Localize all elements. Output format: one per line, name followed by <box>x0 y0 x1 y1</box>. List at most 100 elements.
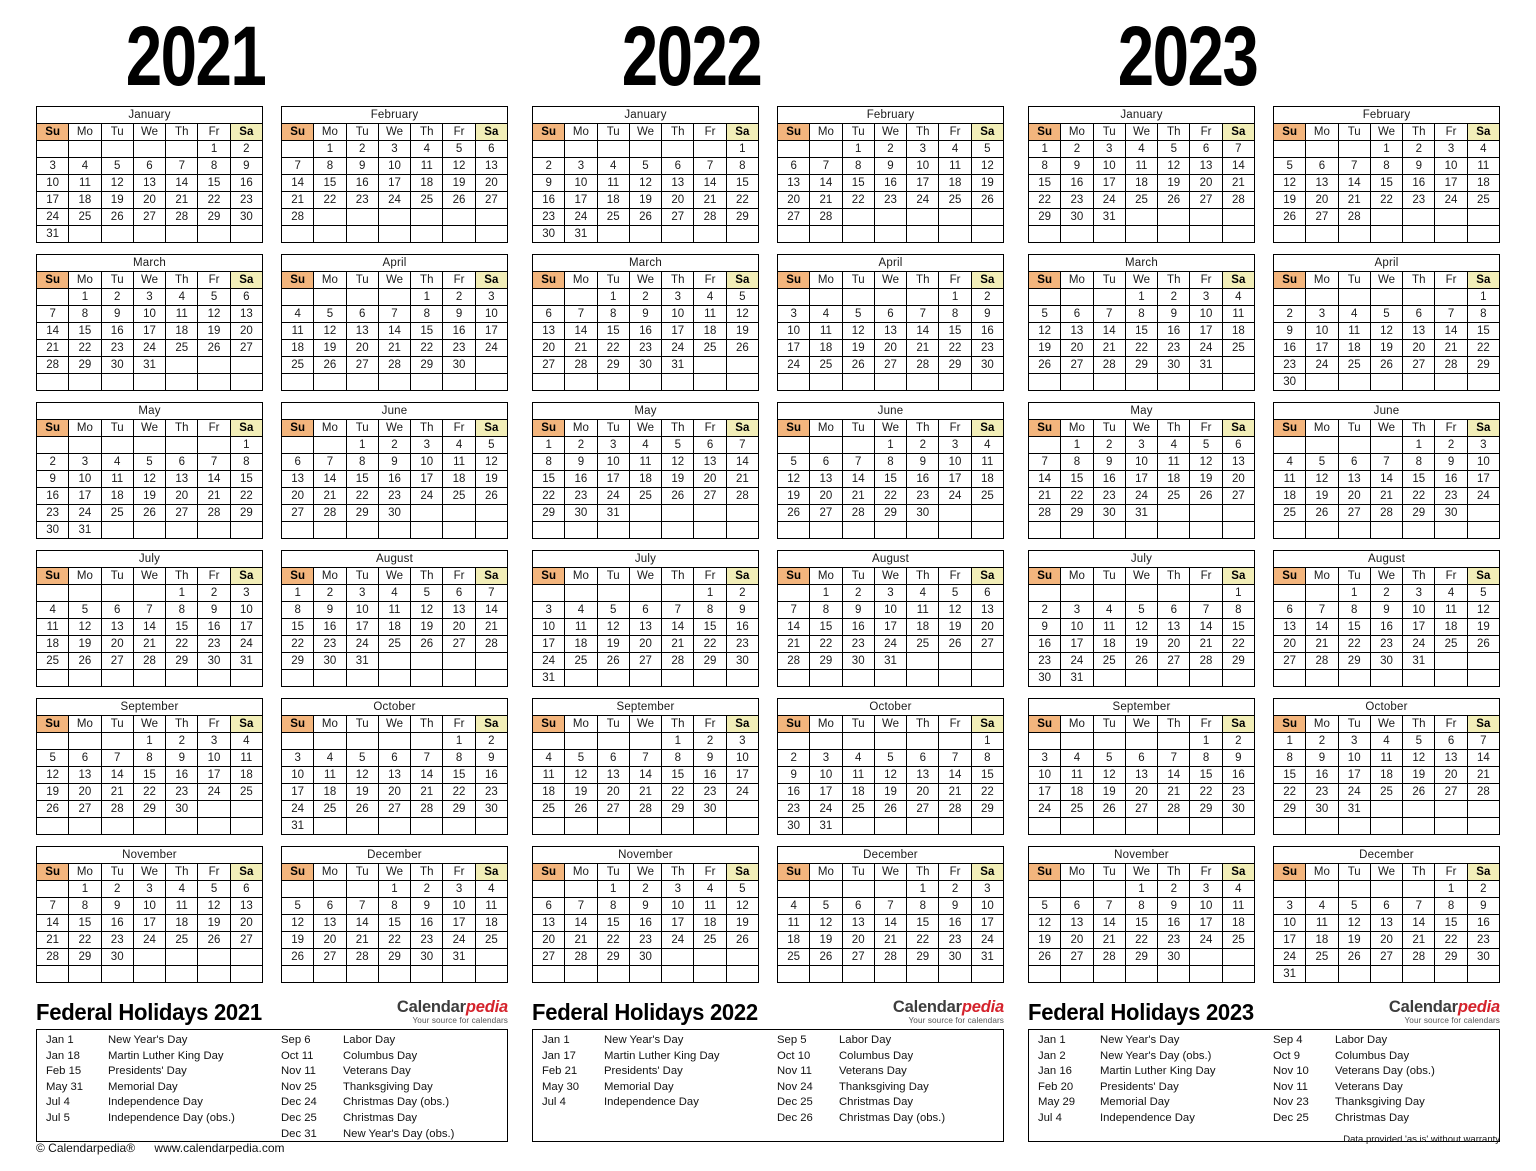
day-cell: 16 <box>1434 470 1468 488</box>
dow-header-sa: Sa <box>1221 715 1256 733</box>
day-cell: 8 <box>725 157 760 175</box>
day-cell: 30 <box>1305 800 1339 818</box>
week-row: 30 <box>1272 373 1501 391</box>
dow-header-tu: Tu <box>1092 863 1126 881</box>
week-row: 12 13 14 15 16 17 18 <box>1027 322 1256 340</box>
day-cell: 17 <box>531 635 566 653</box>
dow-header-fr: Fr <box>1434 123 1468 141</box>
dow-header-mo: Mo <box>564 567 598 585</box>
week-row: 10 11 12 13 14 15 16 <box>531 618 760 636</box>
day-cell: 30 <box>1221 800 1256 818</box>
dow-header-fr: Fr <box>693 419 727 437</box>
day-cell: 10 <box>132 305 167 323</box>
day-cell: 13 <box>1060 914 1094 932</box>
week-row <box>776 669 1005 687</box>
day-cell: 2 <box>628 288 663 306</box>
holiday-row: Nov 10 Veterans Day (obs.) <box>1273 1064 1499 1080</box>
dow-header-tu: Tu <box>596 419 630 437</box>
day-cell-empty <box>693 373 727 391</box>
day-cell: 11 <box>693 305 727 323</box>
day-cell: 16 <box>1466 914 1501 932</box>
day-cell: 29 <box>906 948 940 966</box>
month-name: February <box>1273 106 1500 124</box>
day-cell: 22 <box>345 487 379 505</box>
day-cell: 9 <box>841 601 875 619</box>
day-cell: 29 <box>1272 800 1307 818</box>
day-cell-empty <box>1157 521 1191 539</box>
day-cell-empty <box>693 948 727 966</box>
footer-url[interactable]: www.calendarpedia.com <box>154 1141 284 1155</box>
day-cell: 21 <box>809 191 843 209</box>
week-row: 12345 <box>531 880 760 898</box>
day-cell-empty <box>873 965 908 983</box>
day-cell-empty <box>410 817 444 835</box>
day-cell: 24 <box>1092 191 1126 209</box>
week-row: 25 26 27 28 29 30 31 <box>35 652 264 670</box>
day-cell: 15 <box>68 914 102 932</box>
day-cell: 14 <box>1027 470 1062 488</box>
day-cell: 3 <box>197 732 231 750</box>
holiday-date: Jan 17 <box>542 1049 576 1062</box>
holiday-date: May 29 <box>1038 1096 1076 1109</box>
day-cell: 23 <box>841 635 875 653</box>
day-cell: 17 <box>1434 174 1468 192</box>
day-cell: 15 <box>906 914 940 932</box>
day-cell: 12 <box>345 766 379 784</box>
day-cell: 17 <box>661 322 695 340</box>
month-table-september: September Su Mo Tu We Th Fr Sa 1 2 3 4 5 6 7 8 9 10 11 12 13… <box>35 698 264 835</box>
day-cell: 8 <box>132 749 167 767</box>
day-cell: 18 <box>442 470 476 488</box>
day-cell: 4 <box>313 749 347 767</box>
day-cell: 31 <box>531 669 566 687</box>
day-cell: 4 <box>229 732 264 750</box>
dow-header-mo: Mo <box>68 271 102 289</box>
day-cell-empty <box>1060 288 1094 306</box>
day-cell: 19 <box>132 487 167 505</box>
months-grid: January Su Mo Tu We Th Fr Sa 1 2 3 4 5 6 7 8 9 10 11 12 13 14… <box>531 106 1005 983</box>
week-row: 10 11 12 13 14 15 16 <box>1027 766 1256 784</box>
day-cell: 6 <box>970 584 1005 602</box>
dow-header-su: Su <box>1272 123 1307 141</box>
holiday-row: Sep 6 Labor Day <box>281 1033 507 1049</box>
holiday-row: Jan 18 Martin Luther King Day <box>46 1049 272 1065</box>
day-cell: 7 <box>564 305 598 323</box>
day-cell-empty <box>1124 817 1159 835</box>
day-cell: 29 <box>596 948 630 966</box>
day-cell-empty <box>661 373 695 391</box>
day-cell: 30 <box>531 225 566 243</box>
day-cell: 19 <box>442 174 476 192</box>
day-cell-empty <box>628 584 663 602</box>
day-cell: 14 <box>693 174 727 192</box>
day-cell: 9 <box>313 601 347 619</box>
week-row: 16 17 18 19 20 21 22 <box>35 487 264 505</box>
day-cell: 27 <box>165 504 199 522</box>
day-cell: 21 <box>35 339 70 357</box>
dow-header-mo: Mo <box>809 271 843 289</box>
day-cell: 26 <box>873 800 908 818</box>
holiday-name: New Year's Day (obs.) <box>343 1127 455 1140</box>
month-name: May <box>36 402 263 420</box>
day-cell-empty <box>841 965 875 983</box>
day-cell: 28 <box>345 948 379 966</box>
day-cell: 3 <box>68 453 102 471</box>
dow-header-su: Su <box>280 419 315 437</box>
day-cell: 23 <box>313 635 347 653</box>
day-cell: 28 <box>1434 356 1468 374</box>
day-cell: 5 <box>1402 732 1436 750</box>
week-row: 7 8 9 10 11 12 13 <box>1027 453 1256 471</box>
day-cell-empty <box>1092 880 1126 898</box>
month-name: August <box>1273 550 1500 568</box>
day-cell-empty <box>1221 948 1256 966</box>
day-cell: 3 <box>377 140 412 158</box>
day-cell: 30 <box>1434 504 1468 522</box>
dow-header-sa: Sa <box>1221 863 1256 881</box>
month-name: February <box>281 106 508 124</box>
month-table-february: February Su Mo Tu We Th Fr Sa 1 2 3 4 5 6 7 8 9 10 11 12 13 1… <box>1272 106 1501 243</box>
day-cell: 10 <box>1189 897 1223 915</box>
day-cell-empty <box>1060 373 1094 391</box>
dow-header-fr: Fr <box>938 567 972 585</box>
day-cell: 8 <box>1060 453 1094 471</box>
day-cell-empty <box>345 669 379 687</box>
day-cell: 3 <box>1027 749 1062 767</box>
day-cell-empty <box>1402 880 1436 898</box>
